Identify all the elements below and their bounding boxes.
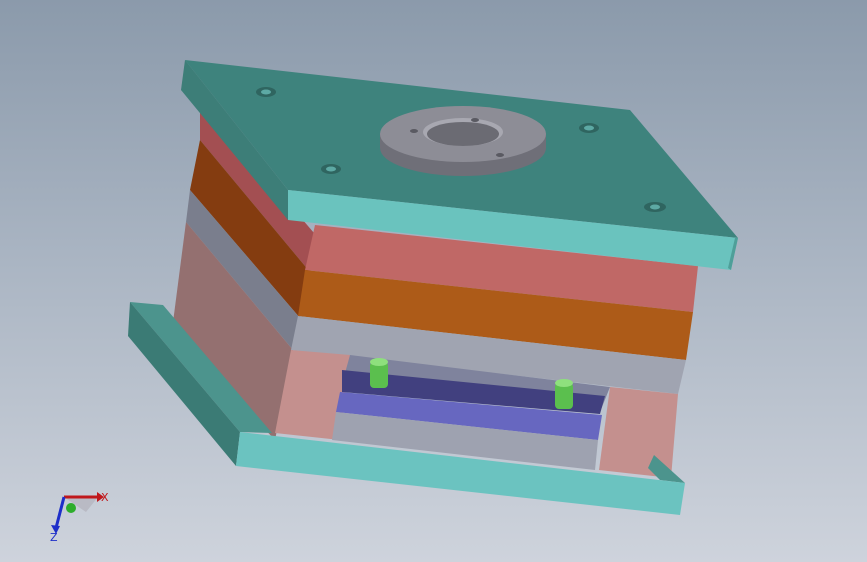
screw-hole-2 [579, 123, 599, 133]
mold-assembly-3d-view[interactable]: X Z [0, 0, 867, 562]
x-axis-label: X [101, 491, 109, 504]
guide-pin-left[interactable] [370, 358, 388, 388]
screw-hole-1 [256, 87, 276, 97]
graphics-viewport[interactable]: X Z [0, 0, 867, 562]
locating-ring[interactable] [380, 106, 546, 176]
orientation-triad[interactable]: X Z [50, 491, 109, 544]
guide-pin-right[interactable] [555, 379, 573, 409]
screw-hole-3 [321, 164, 341, 174]
z-axis-arrow [54, 496, 66, 529]
spacer-block-right[interactable] [599, 387, 678, 478]
screw-hole-4 [644, 202, 666, 212]
y-axis-arrow-icon [66, 503, 76, 513]
z-axis-label: Z [50, 531, 58, 544]
